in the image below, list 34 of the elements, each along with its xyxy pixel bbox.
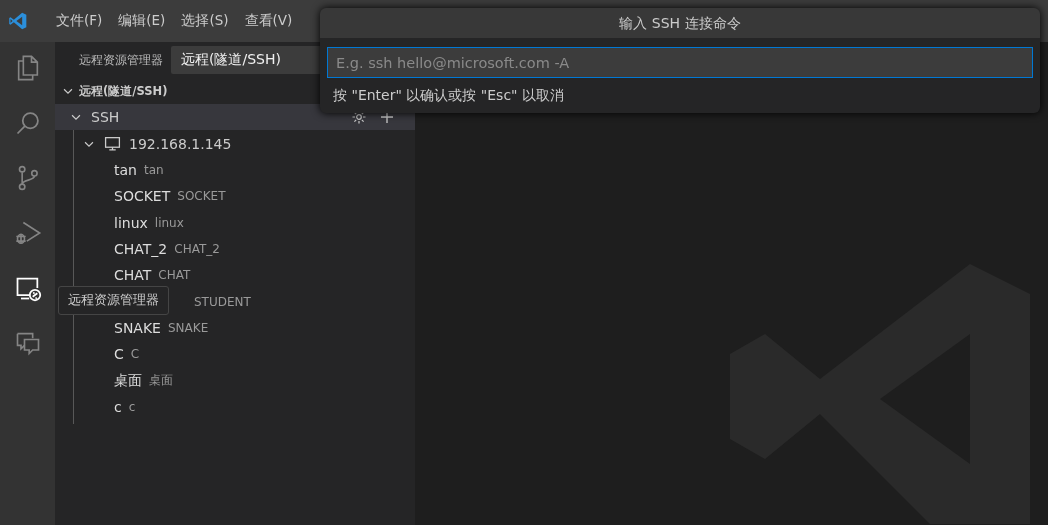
hint-text: 按 "Enter" 以确认或按 "Esc" 以取消	[332, 87, 565, 105]
item-description: linux	[154, 215, 184, 230]
sidebar-title: 远程资源管理器	[79, 52, 163, 68]
menu-item[interactable]: 选择(S)	[173, 12, 237, 30]
tree-item[interactable]: CHAT	[114, 267, 152, 284]
monitor-icon	[104, 135, 121, 152]
item-description: 桌面	[149, 372, 173, 389]
menu-item[interactable]: 编辑(E)	[110, 12, 174, 30]
item-description: SOCKET	[177, 189, 226, 204]
item-description: tan	[143, 163, 164, 178]
command-input-field[interactable]: E.g. ssh hello@microsoft.com -A	[327, 47, 1033, 78]
tree-item[interactable]: 192.168.1.145	[129, 135, 232, 152]
debug-icon[interactable]	[13, 219, 42, 247]
tree-item[interactable]: c	[114, 398, 122, 415]
item-description: STUDENT	[194, 294, 251, 309]
menu-item[interactable]: 查看(V)	[236, 12, 301, 30]
tree-item[interactable]: tan	[114, 162, 137, 179]
item-description: CHAT	[158, 268, 191, 283]
tree-item[interactable]: linux	[114, 214, 148, 231]
item-description: c	[128, 399, 136, 414]
tree-item[interactable]: SOCKET	[114, 188, 171, 205]
section-header[interactable]: 远程(隧道/SSH)	[79, 83, 168, 99]
app-logo-icon	[8, 11, 28, 31]
dialog-title: 输入 SSH 连接命令	[320, 8, 1040, 38]
tree-item[interactable]: CHAT_2	[114, 241, 168, 258]
tooltip: 远程资源管理器	[58, 286, 169, 315]
item-description: C	[130, 347, 140, 362]
item-description: CHAT_2	[174, 242, 220, 257]
menu-item[interactable]: 文件(F)	[48, 12, 111, 30]
item-description: SNAKE	[167, 320, 209, 335]
tree-item[interactable]: 桌面	[114, 371, 142, 390]
tree-item[interactable]: C	[114, 346, 124, 363]
tree-item[interactable]: SNAKE	[114, 319, 161, 336]
tree-item[interactable]: SSH	[91, 109, 343, 125]
